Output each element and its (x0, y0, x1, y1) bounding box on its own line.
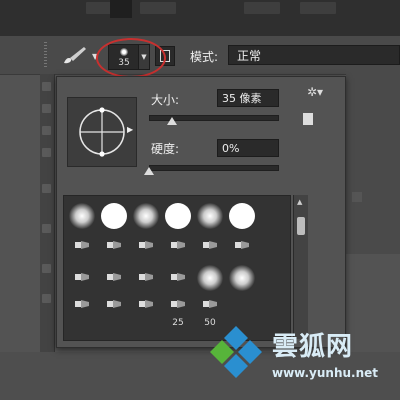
brush-preset-tip[interactable] (130, 262, 162, 294)
brush-preset-hard-round[interactable] (98, 200, 130, 232)
watermark-logo-icon (208, 324, 264, 380)
scroll-up-icon[interactable]: ▲ (297, 198, 302, 206)
brush-preset-hard-round[interactable] (162, 200, 194, 232)
left-toolbar (40, 74, 55, 354)
watermark-title: 雲狐网 (272, 332, 354, 362)
toolbar-button[interactable] (42, 264, 51, 273)
brush-preset-tip[interactable] (98, 262, 130, 294)
brush-preset-grid: 25 50 (63, 195, 291, 341)
brush-preset-tip[interactable] (162, 230, 194, 262)
mode-select[interactable]: 正常 (228, 45, 400, 65)
menu-item[interactable] (140, 2, 176, 14)
brush-preset-tip[interactable] (226, 230, 258, 262)
options-bar-grip[interactable] (44, 42, 47, 68)
size-slider-thumb[interactable] (167, 117, 178, 125)
toolbar-button[interactable] (42, 126, 51, 135)
brush-preset-tip[interactable] (66, 296, 98, 328)
toolbar-button[interactable] (42, 82, 51, 91)
brush-preset-tip[interactable] (66, 230, 98, 262)
menu-item[interactable] (300, 2, 336, 14)
hardness-label: 硬度: (151, 142, 180, 156)
brush-icon[interactable] (60, 44, 90, 66)
preset-scrollbar[interactable]: ▲ (293, 195, 308, 339)
brush-preset-soft-round[interactable] (194, 262, 226, 294)
brush-preset-label: 25 (172, 318, 184, 328)
brush-preset-tip[interactable] (130, 296, 162, 328)
brush-preset-tip[interactable] (130, 230, 162, 262)
toolbar-button[interactable] (42, 184, 51, 193)
brush-preset-tip[interactable] (162, 262, 194, 294)
toolbar-button[interactable] (42, 148, 51, 157)
hardness-slider-thumb[interactable] (144, 167, 154, 175)
preview-arrow-icon: ▶ (127, 125, 134, 134)
size-label: 大小: (151, 93, 180, 107)
brush-preset-soft-round[interactable] (130, 200, 162, 232)
toolbar-button[interactable] (42, 104, 51, 113)
gear-icon[interactable]: ✲▾ (307, 85, 323, 99)
highlight-annotation (96, 38, 166, 78)
mode-label: 模式: (190, 50, 219, 64)
options-bar: ▼ 35 ▼ 模式: 正常 (0, 36, 400, 75)
menu-item[interactable] (244, 2, 280, 14)
right-panel-dock (346, 74, 400, 254)
dock-button[interactable] (352, 192, 362, 202)
new-preset-icon[interactable] (303, 113, 313, 125)
size-input[interactable]: 35 像素 (217, 89, 279, 107)
watermark-url: www.yunhu.net (272, 366, 379, 380)
scrollbar-thumb[interactable] (297, 217, 305, 235)
brush-preset-tip[interactable] (98, 230, 130, 262)
toolbar-button[interactable] (42, 224, 51, 233)
hardness-slider-track[interactable] (149, 165, 279, 171)
menu-bar (0, 0, 400, 36)
toolbar-button[interactable] (42, 294, 51, 303)
brush-preset-tip[interactable] (66, 262, 98, 294)
brush-preset-tip[interactable] (98, 296, 130, 328)
brush-preset-soft-round[interactable] (226, 262, 258, 294)
hardness-input[interactable]: 0% (217, 139, 279, 157)
brush-preset-soft-round[interactable] (66, 200, 98, 232)
brush-preset-panel: ▶ 大小: 35 像素 ✲▾ 硬度: 0% 25 50 ▲ (56, 76, 346, 348)
brush-preset-fan-tip[interactable] (194, 230, 226, 262)
menu-separator (110, 0, 132, 18)
brush-preset-soft-round[interactable] (194, 200, 226, 232)
brush-preset-hard-round[interactable] (226, 200, 258, 232)
